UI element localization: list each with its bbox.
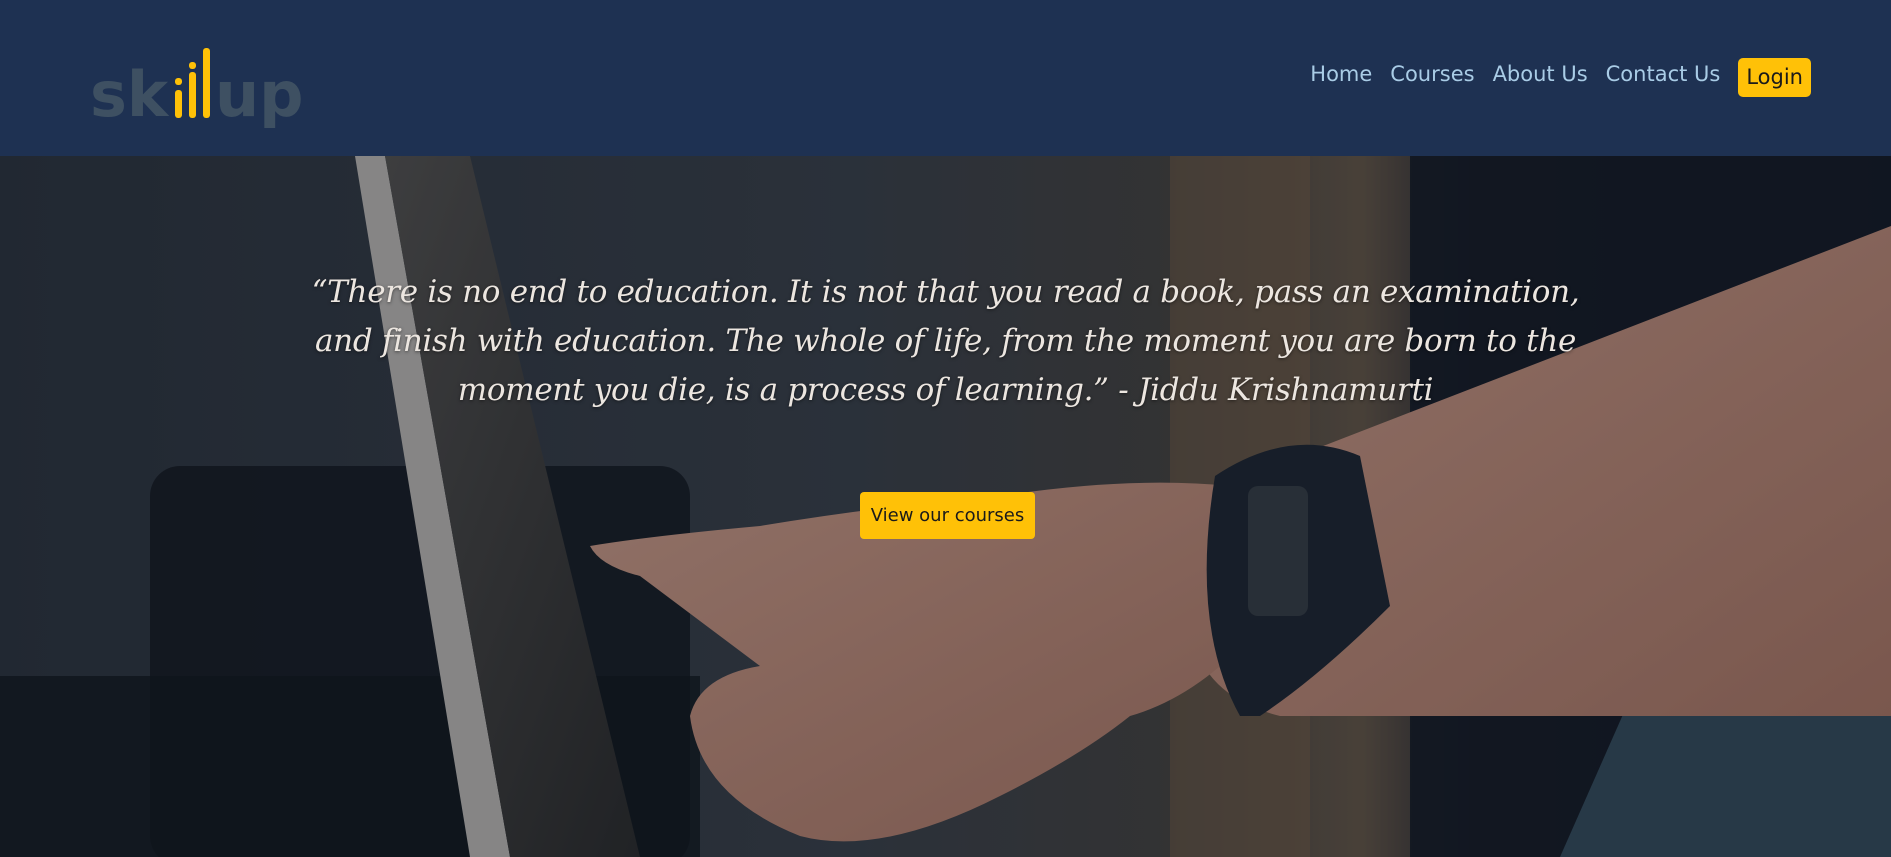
nav-courses[interactable]: Courses [1381, 62, 1483, 86]
logo-dot-2 [189, 62, 196, 69]
logo-letters-up: up [215, 58, 304, 128]
view-courses-button[interactable]: View our courses [860, 492, 1035, 539]
login-button[interactable]: Login [1738, 57, 1811, 97]
nav-about-us[interactable]: About Us [1484, 62, 1597, 86]
logo-bar-2 [189, 72, 196, 118]
logo-mark: sk up [90, 48, 304, 128]
logo-bar-1 [175, 90, 182, 118]
nav-home[interactable]: Home [1301, 62, 1381, 86]
nav-contact-us[interactable]: Contact Us [1597, 62, 1730, 86]
main-nav: Home Courses About Us Contact Us Login [1301, 44, 1811, 104]
navbar: sk up Home Courses About Us Contact Us L… [0, 0, 1891, 156]
logo-bar-3 [203, 48, 210, 118]
logo-letters-sk: sk [90, 58, 170, 128]
hero-section: “There is no end to education. It is not… [0, 156, 1891, 857]
hero-quote: “There is no end to education. It is not… [311, 274, 1580, 408]
skillup-logo[interactable]: sk up [90, 28, 316, 128]
logo-dot-1 [175, 78, 182, 85]
